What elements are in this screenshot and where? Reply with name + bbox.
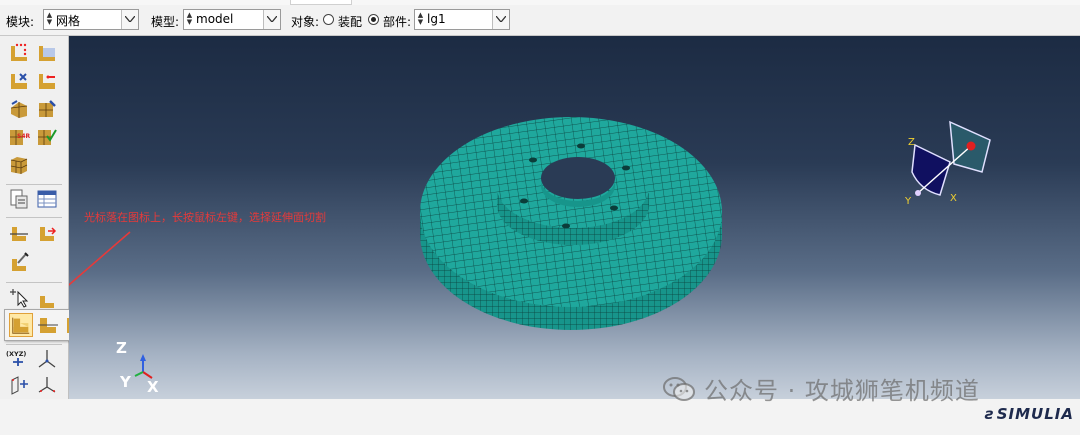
context-toolbar: 模块: ▲ ▼ 网格 模型: ▲ ▼ model 对象: 装配 部件: ▲ ▼ lg1 <box>0 5 1080 36</box>
separator <box>6 282 62 283</box>
assign-element-s4r-icon[interactable]: S4R <box>8 126 30 148</box>
brand-text: SIMULIA <box>996 405 1074 423</box>
ds-logo-icon: ƨ <box>984 405 995 423</box>
mesh-part-icon[interactable] <box>8 154 30 176</box>
watermark: 公众号 · 攻城狮笔机频道 <box>662 371 980 406</box>
spin-arrows-icon: ▲ ▼ <box>186 11 193 26</box>
datum-csys-icon[interactable] <box>36 374 58 396</box>
simulia-logo: ƨ SIMULIA <box>985 405 1074 423</box>
view-orientation-widget[interactable]: Z Y X <box>904 120 991 207</box>
seed-edges-icon[interactable] <box>36 42 58 64</box>
partition-cell-extend-face-icon[interactable] <box>9 313 33 337</box>
spin-arrows-icon: ▲ ▼ <box>417 11 424 26</box>
part-radio[interactable] <box>368 14 379 25</box>
chevron-down-icon[interactable] <box>492 10 509 29</box>
delete-part-seeds-icon[interactable] <box>8 70 30 92</box>
view-cube-z: Z <box>908 137 915 148</box>
coordinate-triad <box>134 354 153 379</box>
separator <box>6 217 62 218</box>
partition-edge-icon[interactable] <box>36 223 58 245</box>
wechat-icon <box>663 376 695 401</box>
table-icon[interactable] <box>36 188 58 210</box>
partition-cell-define-plane-icon[interactable] <box>36 313 60 337</box>
svg-text:S4R: S4R <box>17 133 30 140</box>
verify-mesh-icon[interactable] <box>36 126 58 148</box>
triad-y-label: Y <box>120 373 131 391</box>
seed-part-icon[interactable] <box>8 42 30 64</box>
view-cube-y: Y <box>904 196 912 207</box>
brake-disc-mesh[interactable] <box>420 117 722 330</box>
triad-z-label: Z <box>116 339 127 357</box>
datum-axis-icon[interactable] <box>36 348 58 370</box>
element-type-icon[interactable] <box>36 98 58 120</box>
view-cube-x: X <box>950 193 957 204</box>
part-value: lg1 <box>427 12 446 26</box>
datum-point-icon[interactable]: (XYZ) <box>6 348 28 370</box>
model-label: 模型: <box>151 15 180 29</box>
annotation-arrow <box>69 231 131 286</box>
separator <box>6 344 62 345</box>
mesh-controls-icon[interactable] <box>8 98 30 120</box>
chevron-down-icon[interactable] <box>263 10 280 29</box>
part-option-label: 部件: <box>383 15 412 29</box>
mesh-toolbox: S4R (XYZ) <box>0 36 69 399</box>
partition-icon[interactable] <box>8 223 30 245</box>
watermark-text: 公众号 · 攻城狮笔机频道 <box>704 377 980 405</box>
virtual-topology-icon[interactable] <box>8 251 30 273</box>
module-label: 模块: <box>6 15 35 29</box>
module-value: 网格 <box>56 14 81 28</box>
xyz-label: (XYZ) <box>6 350 26 358</box>
delete-edge-seeds-icon[interactable] <box>36 70 58 92</box>
assembly-option-label: 装配 <box>338 15 363 29</box>
spin-arrows-icon: ▲ ▼ <box>46 11 53 26</box>
query-info-icon[interactable] <box>8 188 30 210</box>
chevron-down-icon[interactable] <box>121 10 138 29</box>
module-combo[interactable]: ▲ ▼ 网格 <box>43 9 139 30</box>
object-label: 对象: <box>291 15 320 29</box>
model-value: model <box>196 12 234 26</box>
triad-x-label: X <box>147 378 159 396</box>
annotation-text: 光标落在图标上，长按鼠标左键，选择延伸面切割 <box>84 211 326 224</box>
model-combo[interactable]: ▲ ▼ model <box>183 9 281 30</box>
part-combo[interactable]: ▲ ▼ lg1 <box>414 9 510 30</box>
separator <box>6 184 62 185</box>
center-bore <box>541 157 615 199</box>
datum-cursor-icon[interactable] <box>8 286 30 308</box>
datum-plane-icon[interactable] <box>8 374 30 396</box>
assembly-radio[interactable] <box>323 14 334 25</box>
